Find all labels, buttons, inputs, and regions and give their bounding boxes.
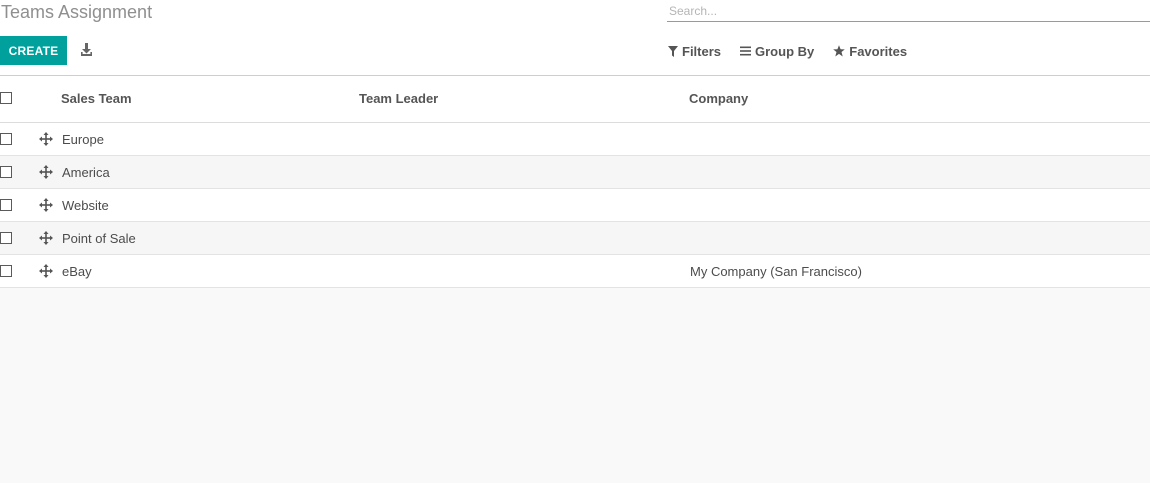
table-row[interactable]: Point of Sale — [0, 222, 1150, 255]
table-row[interactable]: Europe — [0, 123, 1150, 156]
sales-team-cell: Website — [62, 198, 109, 213]
list-header: Sales Team Team Leader Company — [0, 76, 1150, 123]
teams-list: Sales Team Team Leader Company Europe Am… — [0, 76, 1150, 288]
column-header-company[interactable]: Company — [689, 91, 748, 106]
create-button[interactable]: CREATE — [0, 36, 67, 65]
filters-label: Filters — [682, 43, 722, 59]
column-header-sales-team[interactable]: Sales Team — [61, 91, 132, 106]
drag-handle-icon[interactable] — [39, 165, 53, 179]
table-row[interactable]: eBay My Company (San Francisco) — [0, 255, 1150, 288]
drag-handle-icon[interactable] — [39, 132, 53, 146]
column-header-team-leader[interactable]: Team Leader — [359, 91, 438, 106]
row-checkbox[interactable] — [0, 166, 12, 178]
drag-handle-icon[interactable] — [39, 264, 53, 278]
sales-team-cell: eBay — [62, 264, 92, 279]
row-checkbox[interactable] — [0, 232, 12, 244]
group-by-toggle[interactable]: Group By — [740, 43, 814, 59]
sales-team-cell: Point of Sale — [62, 231, 136, 246]
table-row[interactable]: America — [0, 156, 1150, 189]
download-icon[interactable] — [79, 42, 95, 58]
select-all-checkbox[interactable] — [0, 92, 12, 104]
drag-handle-icon[interactable] — [39, 198, 53, 212]
bars-icon — [740, 46, 752, 56]
group-by-label: Group By — [755, 43, 815, 59]
search-options: Filters Group By Favorites — [668, 43, 926, 59]
star-icon — [833, 45, 846, 57]
favorites-label: Favorites — [849, 43, 908, 59]
control-panel: Teams Assignment CREATE Filters Group By — [0, 0, 1150, 76]
filters-toggle[interactable]: Filters — [668, 43, 721, 59]
sales-team-cell: America — [62, 165, 110, 180]
search-input[interactable] — [667, 1, 1150, 22]
row-checkbox[interactable] — [0, 133, 12, 145]
row-checkbox[interactable] — [0, 199, 12, 211]
company-cell: My Company (San Francisco) — [690, 264, 862, 279]
filter-icon — [668, 45, 678, 57]
sales-team-cell: Europe — [62, 132, 104, 147]
table-row[interactable]: Website — [0, 189, 1150, 222]
page-title: Teams Assignment — [1, 2, 153, 22]
drag-handle-icon[interactable] — [39, 231, 53, 245]
favorites-toggle[interactable]: Favorites — [833, 43, 907, 59]
row-checkbox[interactable] — [0, 265, 12, 277]
